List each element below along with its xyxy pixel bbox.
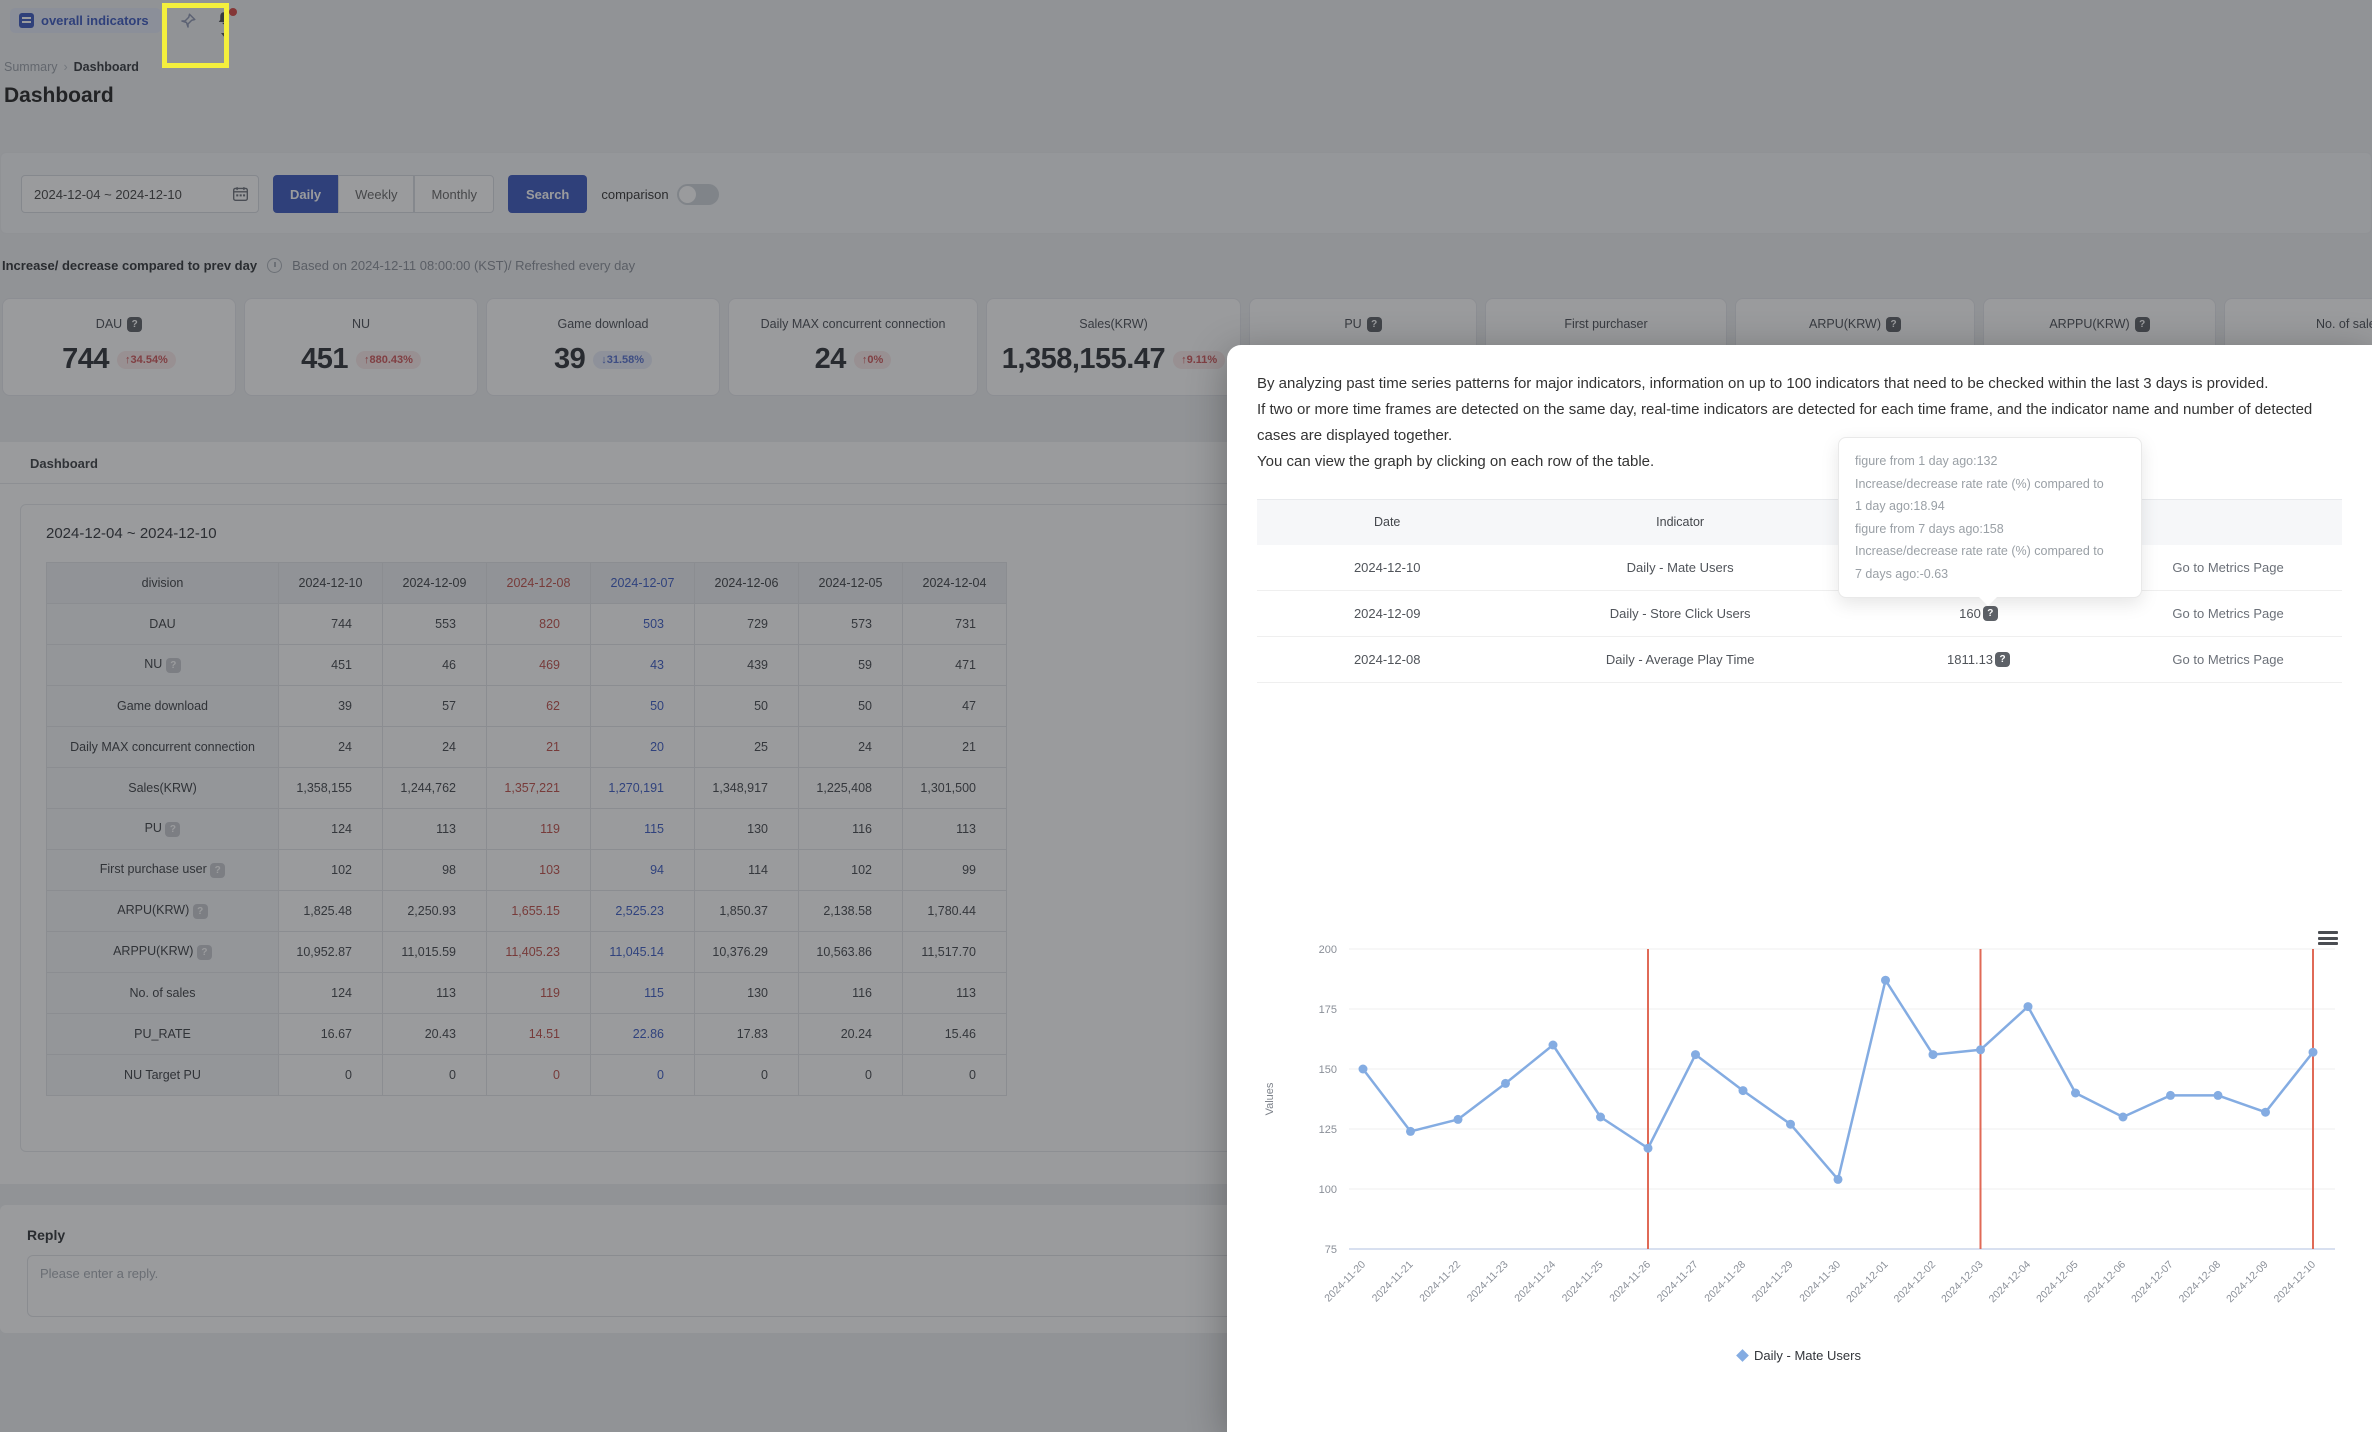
anomaly-date: 2024-12-10 xyxy=(1257,544,1518,591)
svg-text:2024-11-24: 2024-11-24 xyxy=(1512,1259,1558,1305)
anomaly-figure: 1811.13? xyxy=(1842,636,2115,683)
chart-block: 75 100 125 150 175 200 Values 2024-11-20 2024-11… xyxy=(1257,931,2342,1363)
svg-text:2024-12-06: 2024-12-06 xyxy=(2082,1259,2129,1306)
figure-cell: 1811.13? xyxy=(1947,652,2011,667)
svg-text:2024-11-22: 2024-11-22 xyxy=(1417,1259,1463,1305)
svg-text:2024-11-28: 2024-11-28 xyxy=(1702,1259,1748,1305)
anomaly-indicator: Daily - Mate Users xyxy=(1517,544,1843,591)
tooltip-line: Increase/decrease rate rate (%) compared… xyxy=(1855,476,2104,491)
svg-text:2024-11-26: 2024-11-26 xyxy=(1607,1259,1653,1305)
anomaly-row[interactable]: 2024-12-09 Daily - Store Click Users 160? G… xyxy=(1257,590,2342,637)
figure-tooltip: figure from 1 day ago:132 Increase/decrea… xyxy=(1838,437,2142,606)
svg-text:2024-11-27: 2024-11-27 xyxy=(1655,1259,1701,1305)
svg-text:2024-12-09: 2024-12-09 xyxy=(2224,1259,2271,1306)
svg-text:2024-12-01: 2024-12-01 xyxy=(1844,1259,1891,1306)
anomaly-date: 2024-12-08 xyxy=(1257,636,1518,683)
modal-description-line: By analyzing past time series patterns f… xyxy=(1257,375,2269,392)
tooltip-line: 1 day ago:18.94 xyxy=(1855,499,1945,513)
svg-text:2024-12-05: 2024-12-05 xyxy=(2034,1259,2081,1306)
modal-description: By analyzing past time series patterns f… xyxy=(1257,371,2342,475)
help-icon[interactable]: ? xyxy=(1995,652,2011,667)
anomaly-date: 2024-12-09 xyxy=(1257,590,1518,637)
svg-text:150: 150 xyxy=(1319,1064,1337,1076)
chart-menu-icon[interactable] xyxy=(2318,931,2338,947)
svg-text:200: 200 xyxy=(1319,944,1337,956)
anomaly-column-header: Date xyxy=(1257,499,1518,545)
go-to-metrics-link[interactable]: Go to Metrics Page xyxy=(2114,590,2342,637)
modal-description-line: You can view the graph by clicking on ea… xyxy=(1257,453,1655,470)
svg-text:2024-12-08: 2024-12-08 xyxy=(2177,1259,2224,1306)
svg-text:2024-12-04: 2024-12-04 xyxy=(1987,1259,2034,1306)
svg-text:2024-11-29: 2024-11-29 xyxy=(1750,1259,1796,1305)
anomaly-modal: By analyzing past time series patterns f… xyxy=(1227,345,2372,1432)
anomaly-column-header xyxy=(2114,499,2342,545)
go-to-metrics-link[interactable]: Go to Metrics Page xyxy=(2114,636,2342,683)
anomaly-table: Date Indicator 2024-12-10 Daily - Mate User… xyxy=(1257,499,2342,683)
svg-text:2024-11-21: 2024-11-21 xyxy=(1370,1259,1416,1305)
anomaly-header-row: Date Indicator xyxy=(1257,499,2342,545)
chart-legend: Daily - Mate Users xyxy=(1257,1348,2342,1363)
anomaly-column-header: Indicator xyxy=(1517,499,1843,545)
figure-value: 1811.13 xyxy=(1947,652,1994,667)
tooltip-line: figure from 1 day ago:132 xyxy=(1855,454,1998,468)
anomaly-indicator: Daily - Store Click Users xyxy=(1517,590,1843,637)
svg-text:125: 125 xyxy=(1319,1124,1337,1136)
svg-text:2024-12-02: 2024-12-02 xyxy=(1892,1259,1939,1306)
svg-text:2024-12-03: 2024-12-03 xyxy=(1939,1259,1986,1306)
svg-text:2024-11-20: 2024-11-20 xyxy=(1322,1259,1368,1305)
svg-text:175: 175 xyxy=(1319,1004,1337,1016)
tooltip-line: Increase/decrease rate rate (%) compared… xyxy=(1855,544,2104,558)
go-to-metrics-link[interactable]: Go to Metrics Page xyxy=(2114,544,2342,591)
modal-description-line: If two or more time frames are detected … xyxy=(1257,401,2313,444)
svg-text:75: 75 xyxy=(1325,1244,1337,1256)
svg-text:2024-11-25: 2024-11-25 xyxy=(1560,1259,1606,1305)
line-chart[interactable]: 75100125150175200Values2024-11-20 2024-11… xyxy=(1257,937,2342,1339)
svg-text:2024-11-23: 2024-11-23 xyxy=(1465,1259,1511,1305)
figure-value: 160 xyxy=(1959,606,1981,621)
figure-cell: 160? xyxy=(1959,606,1998,621)
tooltip-line: figure from 7 days ago:158 xyxy=(1855,521,2004,536)
legend-label: Daily - Mate Users xyxy=(1754,1348,1861,1363)
svg-text:2024-11-30: 2024-11-30 xyxy=(1797,1259,1843,1305)
highlight-box xyxy=(162,3,229,68)
svg-text:2024-12-10: 2024-12-10 xyxy=(2272,1259,2319,1306)
anomaly-row[interactable]: 2024-12-08 Daily - Average Play Time 1811.… xyxy=(1257,636,2342,683)
help-icon[interactable]: ? xyxy=(1982,606,1998,621)
legend-marker-icon xyxy=(1736,1349,1749,1362)
svg-text:100: 100 xyxy=(1319,1184,1337,1196)
svg-text:Values: Values xyxy=(1264,1082,1276,1115)
anomaly-indicator: Daily - Average Play Time xyxy=(1517,636,1843,683)
anomaly-row[interactable]: 2024-12-10Daily - Mate Users157?Go to Me… xyxy=(1257,544,2342,591)
svg-text:2024-12-07: 2024-12-07 xyxy=(2129,1259,2176,1306)
tooltip-line: 7 days ago:-0.63 xyxy=(1855,566,1949,581)
